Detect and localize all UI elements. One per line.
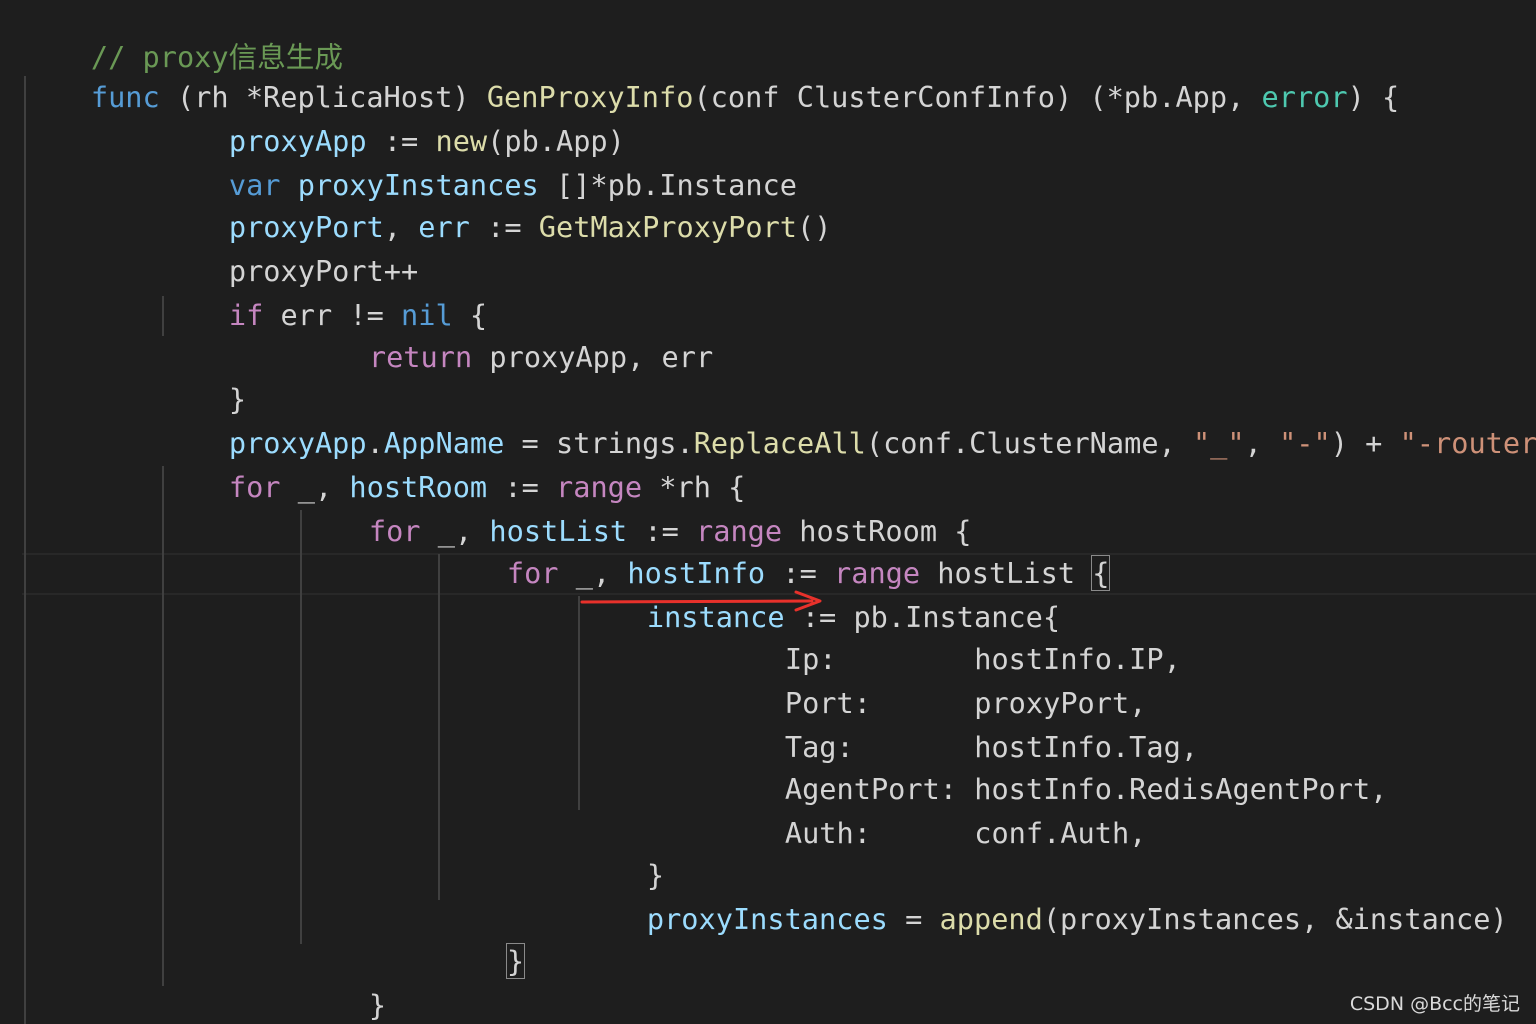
code-editor[interactable]: // proxy信息生成 func (rh *ReplicaHost) GenP… <box>0 0 1536 1024</box>
watermark: CSDN @Bcc的笔记 <box>1349 993 1520 1015</box>
annotation-arrow <box>580 590 822 612</box>
